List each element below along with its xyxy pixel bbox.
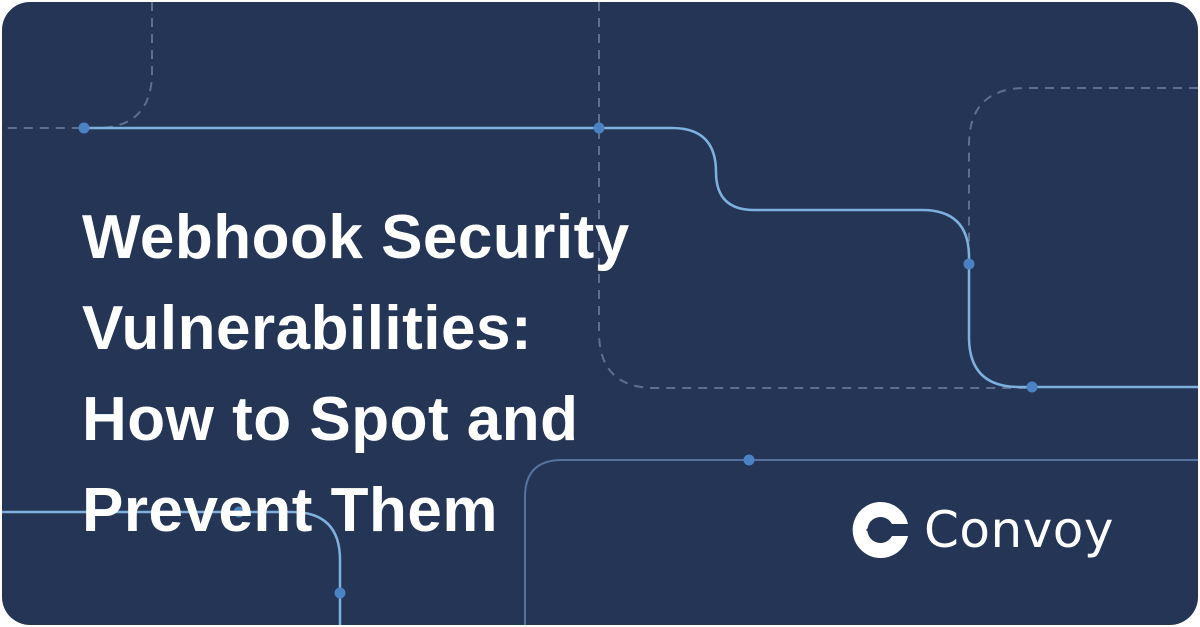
circuit-node xyxy=(1026,381,1038,393)
dashed-line xyxy=(2,2,153,129)
article-title: Webhook Security Vulnerabilities: How to… xyxy=(82,192,630,556)
title-line: Prevent Them xyxy=(82,476,499,545)
dashed-line xyxy=(968,87,1198,264)
circuit-node xyxy=(593,122,605,134)
convoy-logo-icon xyxy=(852,501,908,558)
brand-name: Convoy xyxy=(924,501,1114,559)
title-line: How to Spot and xyxy=(82,385,579,454)
circuit-node xyxy=(78,122,90,134)
circuit-node xyxy=(743,454,755,466)
banner-card: Webhook Security Vulnerabilities: How to… xyxy=(2,2,1198,625)
brand-logo: Convoy xyxy=(848,498,1114,562)
circuit-node xyxy=(334,587,346,599)
title-line: Vulnerabilities: xyxy=(82,294,533,363)
circuit-node xyxy=(963,258,975,270)
dashed-line xyxy=(598,2,1032,389)
title-line: Webhook Security xyxy=(82,203,630,272)
